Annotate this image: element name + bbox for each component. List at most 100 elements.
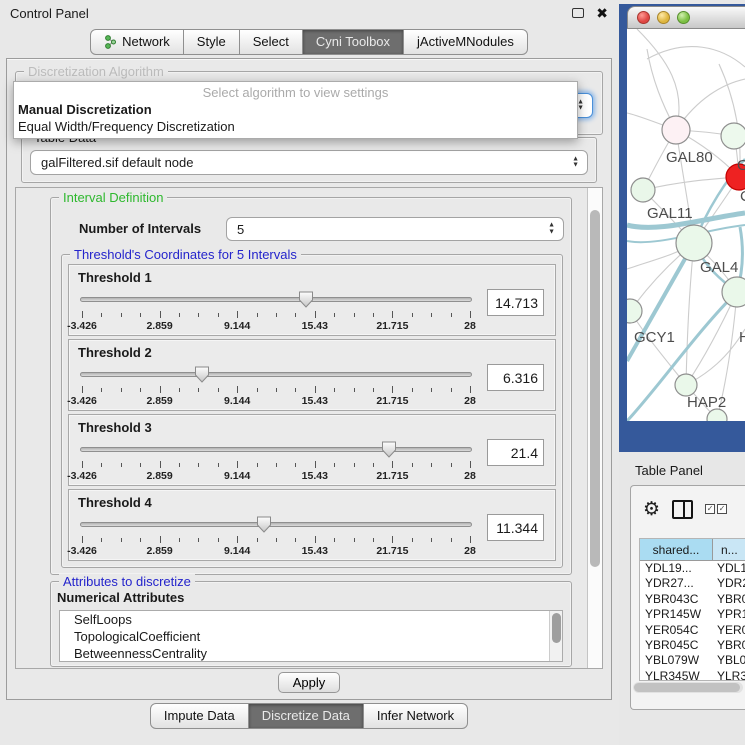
select-columns-icons[interactable]: ✓ ✓ xyxy=(705,504,727,514)
close-traffic-light-icon[interactable] xyxy=(637,11,650,24)
cell-name[interactable]: YBR0... xyxy=(713,638,745,653)
cell-name[interactable]: YLR3... xyxy=(713,669,745,681)
attribute-item-betweennesscentrality[interactable]: BetweennessCentrality xyxy=(60,645,562,662)
tick-label: 2.859 xyxy=(146,545,172,557)
threshold-value-field[interactable]: 14.713 xyxy=(487,289,544,316)
table-row[interactable]: YBR043CYBR0... xyxy=(640,592,745,607)
tab-cyni-toolbox[interactable]: Cyni Toolbox xyxy=(303,29,404,55)
horizontal-scrollbar-thumb[interactable] xyxy=(634,683,740,692)
horizontal-scrollbar[interactable] xyxy=(633,682,743,693)
tab-style[interactable]: Style xyxy=(184,29,240,55)
network-canvas[interactable]: GAL80G.CGAL11GAL4GCY1HHAP2 xyxy=(627,29,745,421)
cell-name[interactable]: YER0... xyxy=(713,623,745,638)
network-node-gal80[interactable] xyxy=(662,116,690,144)
zoom-traffic-light-icon[interactable] xyxy=(677,11,690,24)
table-row[interactable]: YDR27...YDR2... xyxy=(640,576,745,591)
cell-shared-name[interactable]: YLR345W xyxy=(640,669,713,681)
list-scrollbar-thumb[interactable] xyxy=(552,613,561,643)
tab-label: Style xyxy=(197,34,226,49)
tab-impute-data[interactable]: Impute Data xyxy=(150,703,249,729)
column-layout-icon[interactable] xyxy=(672,500,693,519)
tab-label: Infer Network xyxy=(377,708,454,723)
cell-name[interactable]: YBL0... xyxy=(713,653,745,668)
tab-discretize-data[interactable]: Discretize Data xyxy=(249,703,364,729)
table-row[interactable]: YBL079WYBL0... xyxy=(640,653,745,668)
tab-network[interactable]: Network xyxy=(90,29,184,55)
cell-name[interactable]: YBR0... xyxy=(713,592,745,607)
numerical-attributes-list[interactable]: SelfLoopsTopologicalCoefficientBetweenne… xyxy=(59,610,563,662)
network-node-gcy1[interactable] xyxy=(627,299,642,323)
cell-shared-name[interactable]: YER054C xyxy=(640,623,713,638)
attributes-group: Attributes to discretize Numerical Attri… xyxy=(50,581,572,667)
cell-shared-name[interactable]: YDR27... xyxy=(640,576,713,591)
column-header-shared-name[interactable]: shared... xyxy=(640,539,713,560)
table-header-row[interactable]: shared... n... xyxy=(640,539,745,561)
algorithm-option-manual[interactable]: Manual Discretization xyxy=(14,101,577,118)
slider-handle[interactable] xyxy=(257,516,272,538)
float-window-icon[interactable] xyxy=(572,8,584,18)
slider-track[interactable] xyxy=(80,372,472,377)
cell-shared-name[interactable]: YBR043C xyxy=(640,592,713,607)
attribute-item-selfloops[interactable]: SelfLoops xyxy=(60,611,562,628)
tab-jactivemnodules[interactable]: jActiveMNodules xyxy=(404,29,528,55)
tick-mark xyxy=(218,313,219,317)
network-node-hap2[interactable] xyxy=(675,374,697,396)
tick-mark xyxy=(276,388,277,392)
tick-label: 28 xyxy=(464,395,476,407)
cell-shared-name[interactable]: YBR045C xyxy=(640,638,713,653)
attribute-items: SelfLoopsTopologicalCoefficientBetweenne… xyxy=(60,611,562,662)
column-header-name[interactable]: n... xyxy=(713,539,745,560)
threshold-value-field[interactable]: 21.4 xyxy=(487,439,544,466)
tick-label: -3.426 xyxy=(67,545,97,557)
tab-infer-network[interactable]: Infer Network xyxy=(364,703,468,729)
tick-mark xyxy=(160,311,161,318)
network-node-node-ne[interactable] xyxy=(721,123,745,149)
threshold-value-field[interactable]: 6.316 xyxy=(487,364,544,391)
attribute-item-topologicalcoefficient[interactable]: TopologicalCoefficient xyxy=(60,628,562,645)
cell-name[interactable]: YPR1... xyxy=(713,607,745,622)
tick-mark xyxy=(140,463,141,467)
table-row[interactable]: YBR045CYBR0... xyxy=(640,638,745,653)
tick-label: -3.426 xyxy=(67,320,97,332)
tick-mark xyxy=(198,538,199,542)
tick-label: 9.144 xyxy=(224,545,250,557)
network-node-gal4[interactable] xyxy=(676,225,712,261)
table-row[interactable]: YPR145WYPR1... xyxy=(640,607,745,622)
table-row[interactable]: YLR345WYLR3... xyxy=(640,669,745,681)
slider-handle[interactable] xyxy=(298,291,313,313)
cell-name[interactable]: YDL1... xyxy=(713,561,745,576)
slider-track[interactable] xyxy=(80,522,472,527)
slider-track[interactable] xyxy=(80,447,472,452)
network-view-window[interactable]: GAL80G.CGAL11GAL4GCY1HHAP2 xyxy=(619,4,745,452)
cell-shared-name[interactable]: YPR145W xyxy=(640,607,713,622)
apply-button[interactable]: Apply xyxy=(278,672,340,693)
minimize-traffic-light-icon[interactable] xyxy=(657,11,670,24)
cell-shared-name[interactable]: YBL079W xyxy=(640,653,713,668)
tab-label: Discretize Data xyxy=(262,708,350,723)
slider-track[interactable] xyxy=(80,297,472,302)
close-icon[interactable]: ✖ xyxy=(596,6,608,20)
table-data-combo[interactable]: galFiltered.sif default node ▲▼ xyxy=(30,150,588,175)
vertical-scrollbar[interactable] xyxy=(587,188,602,668)
cell-name[interactable]: YDR2... xyxy=(713,576,745,591)
number-of-intervals-combo[interactable]: 5 ▲▼ xyxy=(226,217,564,241)
tab-select[interactable]: Select xyxy=(240,29,303,55)
threshold-panel-2: Threshold 2-3.4262.8599.14415.4321.71528… xyxy=(68,339,556,411)
threshold-value-field[interactable]: 11.344 xyxy=(487,514,544,541)
scrollbar-thumb[interactable] xyxy=(590,210,600,567)
slider-handle[interactable] xyxy=(195,366,210,388)
gear-icon[interactable]: ⚙ xyxy=(643,500,660,519)
node-attribute-table[interactable]: shared... n... YDL19...YDL1...YDR27...YD… xyxy=(639,538,745,681)
tick-label: 28 xyxy=(464,320,476,332)
table-row[interactable]: YDL19...YDL1... xyxy=(640,561,745,576)
cell-shared-name[interactable]: YDL19... xyxy=(640,561,713,576)
list-scrollbar[interactable] xyxy=(549,611,562,661)
tick-mark xyxy=(198,388,199,392)
control-panel: Control Panel ✖ NetworkStyleSelectCyni T… xyxy=(0,0,618,745)
network-node-gal11[interactable] xyxy=(631,178,655,202)
node-label-gcy1: GCY1 xyxy=(634,329,675,346)
slider-handle[interactable] xyxy=(381,441,396,463)
tick-mark xyxy=(451,388,452,392)
algorithm-option-equal-width[interactable]: Equal Width/Frequency Discretization xyxy=(14,118,577,135)
table-row[interactable]: YER054CYER0... xyxy=(640,623,745,638)
